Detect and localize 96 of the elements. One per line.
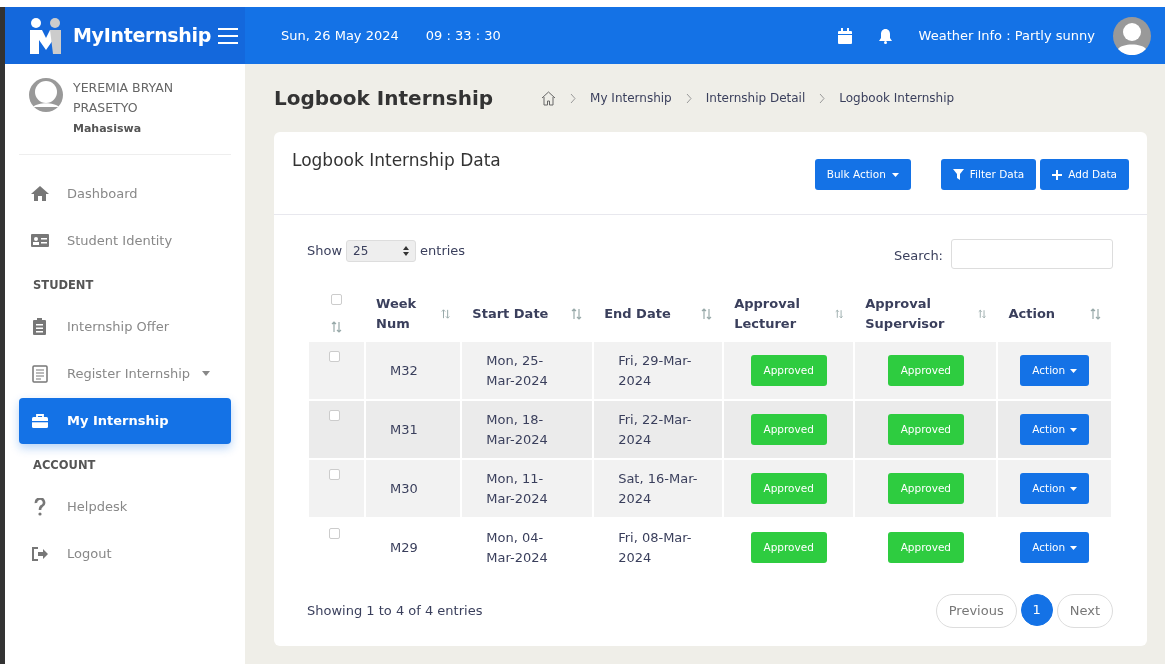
action-button[interactable]: Action — [1020, 354, 1090, 387]
table-cell: M31 — [390, 421, 418, 437]
status-badge: Approved — [887, 472, 965, 505]
status-badge: Approved — [750, 354, 827, 387]
sort-icon[interactable] — [978, 307, 987, 320]
entries-label: entries — [420, 242, 466, 261]
sort-icon[interactable] — [701, 307, 713, 320]
page-title: Logbook Internship — [274, 86, 494, 110]
home-icon — [31, 184, 49, 203]
clock-time: 09 : 33 : 30 — [425, 26, 501, 45]
section-heading: STUDENT — [32, 276, 95, 294]
table-cell: M32 — [390, 362, 418, 378]
nav-item[interactable]: Logout — [19, 531, 231, 577]
table-cell-text: Fri, 22-Mar-2024 — [618, 411, 693, 449]
show-label: Show — [307, 242, 343, 261]
filter-icon — [952, 169, 964, 180]
home-icon[interactable] — [541, 90, 557, 106]
avatar-icon[interactable] — [1113, 16, 1151, 55]
entries-select[interactable]: 25 — [346, 240, 417, 262]
sort-icon[interactable] — [571, 307, 583, 320]
section-heading: ACCOUNT — [32, 456, 97, 474]
table-cell-text: Fri, 29-Mar-2024 — [618, 352, 693, 390]
status-badge: Approved — [750, 531, 827, 564]
clipboard-icon — [31, 317, 49, 336]
checkbox[interactable] — [329, 410, 340, 421]
checkbox[interactable] — [329, 469, 340, 480]
date-text: Sun, 26 May 2024 — [281, 26, 399, 45]
table-cell-text: Fri, 08-Mar-2024 — [618, 529, 693, 567]
user-name: YEREMIA BRYAN PRASETYO — [73, 79, 175, 117]
action-button[interactable]: Action — [1020, 413, 1090, 446]
breadcrumb-item[interactable]: Internship Detail — [705, 89, 806, 107]
breadcrumb-item[interactable]: My Internship — [590, 89, 672, 107]
checkbox[interactable] — [329, 528, 340, 539]
filter-button[interactable]: Filter Data — [940, 159, 1037, 190]
table-cell-text: Sat, 16-Mar-2024 — [618, 470, 699, 508]
sort-icon[interactable] — [834, 307, 844, 320]
form-icon — [31, 364, 49, 383]
menu-icon[interactable] — [217, 26, 240, 45]
table-cell: M29 — [390, 539, 418, 555]
plus-icon — [1052, 169, 1063, 180]
chevron-icon — [819, 92, 826, 104]
chevron-icon — [570, 92, 577, 104]
logout-icon — [31, 545, 49, 563]
status-badge: Approved — [887, 413, 965, 446]
table-cell-text: Mon, 11-Mar-2024 — [486, 470, 549, 508]
page-button[interactable]: 1 — [1020, 594, 1053, 626]
search-label: Search: — [893, 247, 943, 266]
table-cell: M30 — [390, 480, 418, 496]
bell-icon[interactable] — [877, 27, 893, 44]
sort-icon[interactable] — [1090, 307, 1101, 320]
caret-icon — [1070, 368, 1078, 373]
column-header[interactable]: Week Num — [376, 294, 442, 333]
action-button[interactable]: Action — [1020, 472, 1090, 505]
sort-icon[interactable] — [441, 307, 451, 320]
caret-icon — [891, 172, 899, 177]
user-role: Mahasiswa — [73, 121, 143, 137]
nav-item[interactable]: Internship Offer — [19, 303, 231, 350]
action-button[interactable]: Action — [1020, 531, 1090, 564]
nav-item[interactable]: Register Internship — [19, 350, 231, 397]
card-title: Logbook Internship Data — [292, 150, 501, 171]
status-badge: Approved — [750, 413, 827, 446]
breadcrumb-item: Logbook Internship — [839, 90, 955, 107]
status-badge: Approved — [887, 531, 965, 564]
weather-info: Weather Info : Partly sunny — [918, 26, 1095, 45]
column-header[interactable]: End Date — [604, 303, 671, 324]
nav-item[interactable]: Helpdesk — [19, 484, 231, 530]
nav-item[interactable]: My Internship — [19, 397, 231, 444]
column-header[interactable]: Action — [1008, 303, 1056, 324]
table-cell-text: Mon, 04-Mar-2024 — [486, 529, 549, 567]
nav-item[interactable]: Dashboard — [19, 170, 231, 217]
page-button[interactable]: Previous — [935, 594, 1017, 628]
briefcase-icon — [31, 411, 49, 430]
search-field[interactable] — [951, 239, 1113, 269]
add-button[interactable]: Add Data — [1040, 159, 1129, 190]
caret-icon — [1070, 545, 1078, 550]
checkbox[interactable] — [329, 351, 340, 362]
table-cell-text: Mon, 18-Mar-2024 — [486, 411, 549, 449]
sort-icon[interactable] — [331, 321, 342, 333]
caret-icon — [1070, 427, 1078, 432]
chevron-icon — [685, 92, 692, 104]
calendar-icon[interactable] — [837, 27, 852, 44]
nav-item[interactable]: Student Identity — [19, 217, 231, 264]
table-cell-text: Mon, 25-Mar-2024 — [486, 352, 549, 390]
page-button[interactable]: Next — [1056, 594, 1113, 628]
spinner-icon — [403, 246, 410, 256]
status-badge: Approved — [887, 354, 965, 387]
status-badge: Approved — [750, 472, 827, 505]
caret-icon — [1070, 486, 1078, 491]
table-info: Showing 1 to 4 of 4 entries — [307, 602, 483, 620]
checkbox[interactable] — [331, 294, 342, 305]
column-header[interactable]: Approval Lecturer — [734, 294, 835, 333]
id-card-icon — [31, 231, 49, 250]
brand-name: MyInternship — [73, 23, 212, 49]
column-header[interactable]: Approval Supervisor — [865, 294, 979, 333]
bulk-action-button[interactable]: Bulk Action — [814, 159, 911, 190]
column-header[interactable]: Start Date — [472, 303, 549, 324]
